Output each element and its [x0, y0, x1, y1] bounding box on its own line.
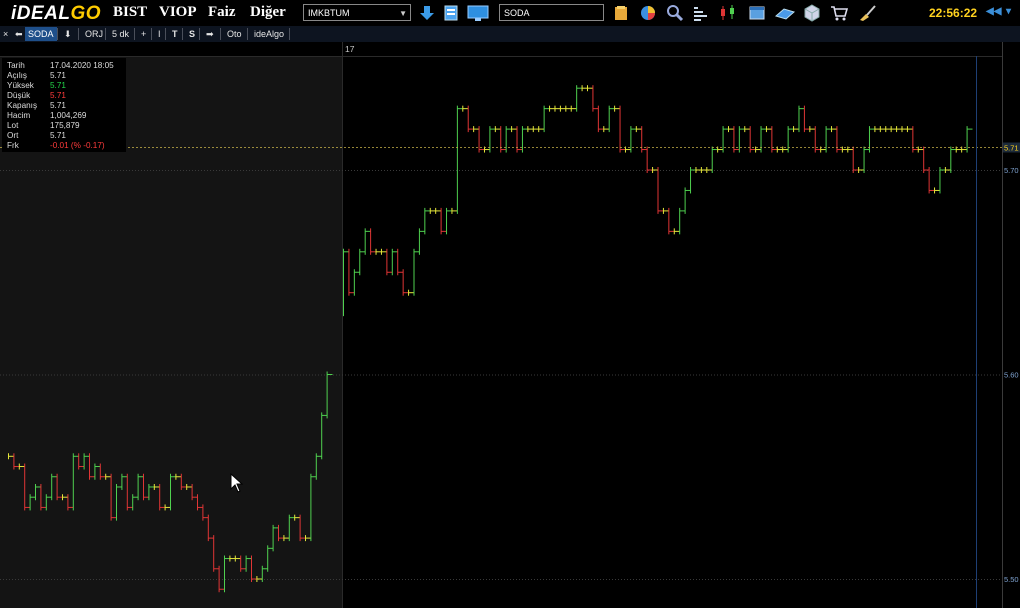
market-select[interactable]: IMKBTUM ▼	[303, 4, 411, 21]
more-icon[interactable]: ▾	[1006, 6, 1011, 17]
info-value: 5.71	[50, 91, 66, 100]
price-chart[interactable]: 17 5.70 5.60 5.50 5.71	[0, 42, 1020, 608]
search-icon[interactable]	[666, 4, 684, 22]
menu-bist[interactable]: BIST	[113, 4, 147, 21]
bars-list-icon[interactable]	[692, 4, 710, 22]
menu-faiz[interactable]: Faiz	[208, 4, 236, 21]
info-label: Lot	[7, 121, 19, 130]
oto-button[interactable]: Oto	[225, 27, 244, 41]
line-tool-button[interactable]: I	[156, 27, 163, 41]
info-value: 5.71	[50, 71, 66, 80]
y-tick-label: 5.70	[1004, 166, 1019, 175]
info-value: 5.71	[50, 81, 66, 90]
current-price-label: 5.71	[1004, 144, 1019, 153]
monitor-icon[interactable]	[467, 4, 489, 22]
separator	[78, 28, 79, 40]
info-value: -0.01 (% -0.17)	[50, 141, 105, 150]
separator	[57, 28, 58, 40]
mouse-cursor-icon	[230, 473, 244, 493]
y-tick-label: 5.50	[1004, 575, 1019, 584]
symbol-input[interactable]: SODA	[499, 4, 604, 21]
separator	[247, 28, 248, 40]
symbol-tab[interactable]: SODA	[25, 27, 57, 41]
text-tool-button[interactable]: T	[170, 27, 180, 41]
window-icon[interactable]	[748, 4, 766, 22]
download-icon[interactable]: ⬇	[62, 27, 74, 41]
clock: 22:56:22	[929, 6, 978, 20]
chart-toolbar: × ⬅ SODA ⬇ ORJ 5 dk + I T S ➡ Oto ideAlg…	[0, 26, 1020, 42]
date-separator-label: 17	[345, 44, 355, 54]
brush-icon[interactable]	[857, 4, 877, 22]
close-chart-icon[interactable]: ×	[1, 27, 10, 41]
separator	[151, 28, 152, 40]
ohlc-info-panel: Tarih 17.04.2020 18:05 Açılış 5.71 Yüksek 5.7…	[2, 58, 126, 152]
separator	[220, 28, 221, 40]
market-select-value: IMKBTUM	[308, 8, 350, 18]
s-button[interactable]: S	[187, 27, 197, 41]
info-value: 1,004,269	[50, 111, 87, 120]
network-icon[interactable]	[774, 4, 796, 22]
cube-icon[interactable]	[803, 4, 821, 22]
cart-icon[interactable]	[830, 4, 848, 22]
separator	[165, 28, 166, 40]
separator	[199, 28, 200, 40]
info-value: 17.04.2020 18:05	[50, 61, 114, 70]
chevron-down-icon: ▼	[399, 9, 407, 18]
info-label: Hacim	[7, 111, 31, 120]
pie-chart-icon[interactable]	[639, 4, 657, 22]
y-tick-label: 5.60	[1004, 371, 1019, 380]
info-value: 175,879	[50, 121, 80, 130]
menu-diger[interactable]: Diğer	[250, 4, 286, 21]
separator	[134, 28, 135, 40]
separator	[182, 28, 183, 40]
folder-icon[interactable]	[612, 4, 630, 22]
period-select[interactable]: 5 dk	[110, 27, 131, 41]
idealgo-button[interactable]: ideAlgo	[252, 27, 286, 41]
add-indicator-button[interactable]: +	[139, 27, 148, 41]
info-label: Düşük	[7, 91, 31, 100]
arrow-down-icon[interactable]	[418, 4, 436, 22]
top-bar: iDEALGO BIST VIOP Faiz Diğer IMKBTUM ▼ S…	[0, 0, 1020, 26]
info-value: 5.71	[50, 131, 66, 140]
app-logo: iDEALGO	[11, 3, 102, 24]
rewind-icon[interactable]: ◀◀	[986, 6, 1001, 17]
back-icon[interactable]: ⬅	[13, 27, 25, 41]
info-value: 5.71	[50, 101, 66, 110]
document-icon[interactable]	[442, 4, 460, 22]
info-label: Tarih	[7, 61, 25, 70]
candlestick-icon[interactable]	[719, 4, 737, 22]
menu-viop[interactable]: VIOP	[159, 4, 197, 21]
info-label: Açılış	[7, 71, 28, 80]
separator	[289, 28, 290, 40]
info-label: Kapanış	[7, 101, 38, 110]
symbol-input-value: SODA	[504, 8, 530, 18]
forward-icon[interactable]: ➡	[204, 27, 216, 41]
info-label: Yüksek	[7, 81, 34, 90]
info-label: Frk	[7, 141, 19, 150]
separator	[105, 28, 106, 40]
orj-button[interactable]: ORJ	[83, 27, 105, 41]
info-label: Ort	[7, 131, 19, 140]
